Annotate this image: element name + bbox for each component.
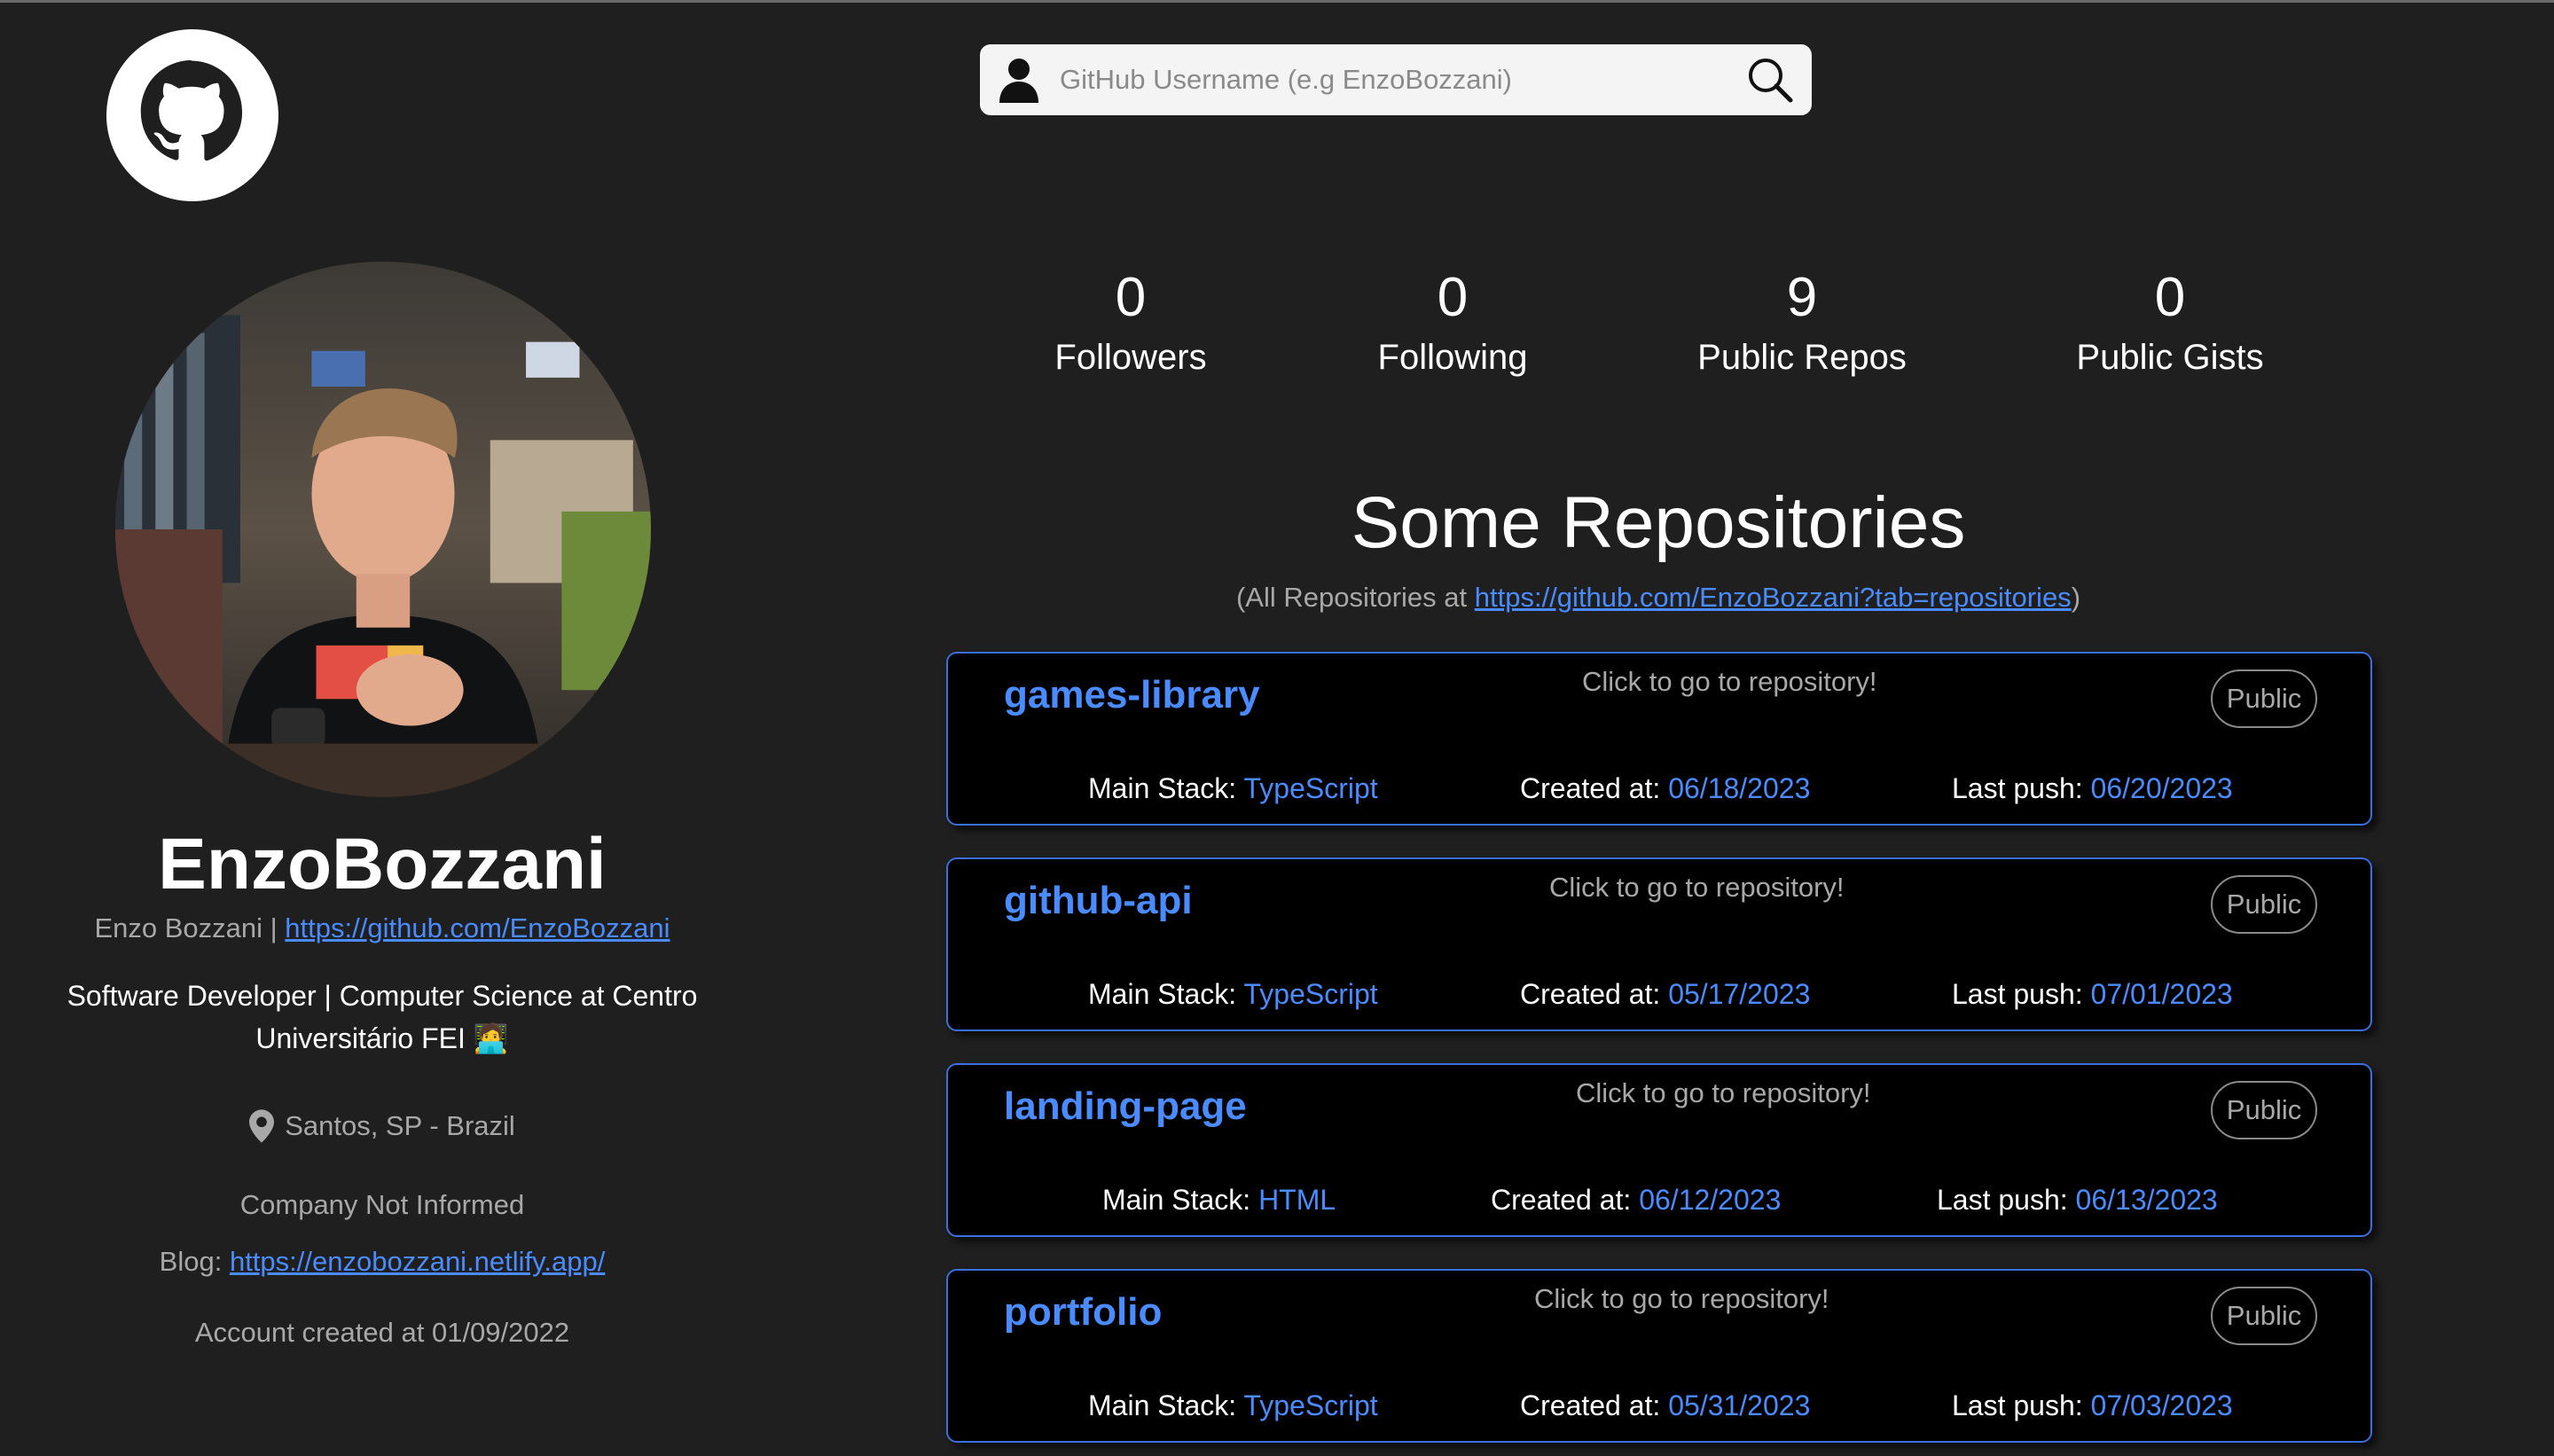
stat-following: 0 Following: [1320, 266, 1586, 380]
location-pin-icon: [249, 1109, 275, 1143]
stat-value: 0: [2154, 267, 2186, 328]
stat-public-gists: 0 Public Gists: [2037, 266, 2303, 380]
repo-created: Created at: 05/31/2023: [1520, 1389, 1810, 1422]
stat-label: Following: [1377, 338, 1528, 377]
avatar: [115, 262, 651, 797]
repo-push-value: 07/01/2023: [2090, 978, 2233, 1010]
repo-created-label: Created at:: [1520, 772, 1669, 804]
repo-created-value: 06/12/2023: [1639, 1184, 1782, 1216]
search-icon[interactable]: [1746, 56, 1794, 104]
repo-name[interactable]: landing-page: [1004, 1084, 1247, 1129]
repo-last-push: Last push: 06/20/2023: [1952, 772, 2233, 805]
repositories-title: Some Repositories: [1351, 482, 1966, 563]
repo-created-value: 06/18/2023: [1668, 772, 1811, 804]
repo-stack-label: Main Stack:: [1088, 772, 1244, 804]
repo-card-games-library[interactable]: games-library Click to go to repository!…: [946, 652, 2372, 826]
profile-separator: |: [262, 912, 286, 943]
repo-created: Created at: 06/18/2023: [1520, 772, 1810, 805]
repo-card-github-api[interactable]: github-api Click to go to repository! Pu…: [946, 857, 2372, 1031]
repo-created-label: Created at:: [1491, 1184, 1640, 1216]
repo-push-label: Last push:: [1937, 1184, 2076, 1216]
repo-stack: Main Stack: TypeScript: [1088, 772, 1378, 805]
stat-value: 9: [1786, 267, 1818, 328]
repo-card-portfolio[interactable]: portfolio Click to go to repository! Pub…: [946, 1269, 2372, 1443]
profile-username: EnzoBozzani: [158, 824, 607, 904]
repo-stack-value: TypeScript: [1243, 772, 1378, 804]
repo-stack: Main Stack: TypeScript: [1088, 1389, 1378, 1422]
profile-bio-text: Software Developer | Computer Science at…: [67, 980, 698, 1054]
repo-push-label: Last push:: [1952, 1389, 2091, 1421]
profile-subline: Enzo Bozzani | https://github.com/EnzoBo…: [0, 912, 764, 944]
repo-visibility-badge: Public: [2211, 669, 2317, 728]
repo-stack-value: TypeScript: [1243, 1389, 1378, 1421]
repo-name[interactable]: games-library: [1004, 673, 1260, 717]
user-icon: [999, 59, 1038, 103]
profile-url-link[interactable]: https://github.com/EnzoBozzani: [285, 912, 670, 943]
repo-created-value: 05/17/2023: [1668, 978, 1811, 1010]
repo-visibility-badge: Public: [2211, 875, 2317, 934]
stat-label: Public Gists: [2076, 338, 2264, 377]
repo-last-push: Last push: 06/13/2023: [1937, 1184, 2218, 1217]
repo-stack-label: Main Stack:: [1088, 978, 1244, 1010]
repo-push-value: 06/20/2023: [2090, 772, 2233, 804]
repo-push-value: 06/13/2023: [2075, 1184, 2218, 1216]
profile-company: Company Not Informed: [239, 1189, 525, 1220]
stat-followers: 0 Followers: [998, 266, 1264, 380]
repo-stack-label: Main Stack:: [1088, 1389, 1244, 1421]
repo-stack-value: HTML: [1258, 1184, 1336, 1216]
all-repos-prefix: (All Repositories at: [1235, 582, 1475, 613]
repo-created-value: 05/31/2023: [1668, 1389, 1811, 1421]
repo-push-label: Last push:: [1952, 772, 2091, 804]
all-repos-link[interactable]: https://github.com/EnzoBozzani?tab=repos…: [1475, 582, 2072, 613]
profile-account-created: Account created at 01/09/2022: [194, 1317, 570, 1348]
repo-last-push: Last push: 07/01/2023: [1952, 978, 2233, 1011]
all-repos-suffix: ): [2071, 582, 2081, 613]
github-logo-icon[interactable]: [106, 29, 278, 201]
repo-last-push: Last push: 07/03/2023: [1952, 1389, 2233, 1422]
repo-created-label: Created at:: [1520, 1389, 1669, 1421]
repo-stack-value: TypeScript: [1243, 978, 1378, 1010]
repo-hint: Click to go to repository!: [1582, 666, 1877, 697]
repo-stack: Main Stack: HTML: [1102, 1184, 1336, 1217]
profile-panel: EnzoBozzani Enzo Bozzani | https://githu…: [0, 820, 764, 1349]
repo-visibility-badge: Public: [2211, 1081, 2317, 1139]
stat-label: Followers: [1054, 338, 1207, 377]
profile-location: Santos, SP - Brazil: [0, 1109, 764, 1143]
repo-name[interactable]: portfolio: [1004, 1290, 1162, 1335]
repo-hint: Click to go to repository!: [1576, 1077, 1871, 1108]
repo-visibility-badge: Public: [2211, 1287, 2317, 1345]
repo-name[interactable]: github-api: [1004, 879, 1193, 923]
search-input[interactable]: [1058, 63, 1746, 97]
search-bar: [980, 44, 1812, 115]
repo-hint: Click to go to repository!: [1549, 872, 1845, 903]
repo-created: Created at: 06/12/2023: [1491, 1184, 1781, 1217]
profile-bio-emoji: 🧑‍💻: [473, 1022, 509, 1054]
profile-blog: Blog: https://enzobozzani.netlify.app/: [0, 1246, 764, 1278]
repo-created: Created at: 05/17/2023: [1520, 978, 1810, 1011]
repo-push-value: 07/03/2023: [2090, 1389, 2233, 1421]
all-repositories-note: (All Repositories at https://github.com/…: [944, 582, 2372, 614]
repo-push-label: Last push:: [1952, 978, 2091, 1010]
repo-stack: Main Stack: TypeScript: [1088, 978, 1378, 1011]
repo-stack-label: Main Stack:: [1102, 1184, 1259, 1216]
profile-blog-label: Blog:: [159, 1246, 230, 1277]
stat-value: 0: [1115, 267, 1147, 328]
profile-name: Enzo Bozzani: [94, 912, 263, 943]
top-border: [0, 0, 2554, 3]
profile-blog-link[interactable]: https://enzobozzani.netlify.app/: [230, 1246, 605, 1277]
repo-created-label: Created at:: [1520, 978, 1669, 1010]
stat-value: 0: [1437, 267, 1469, 328]
stat-label: Public Repos: [1697, 338, 1907, 377]
stat-public-repos: 9 Public Repos: [1669, 266, 1935, 380]
repo-hint: Click to go to repository!: [1534, 1283, 1829, 1314]
profile-location-text: Santos, SP - Brazil: [285, 1110, 515, 1141]
repo-card-landing-page[interactable]: landing-page Click to go to repository! …: [946, 1063, 2372, 1237]
profile-bio: Software Developer | Computer Science at…: [45, 975, 719, 1060]
